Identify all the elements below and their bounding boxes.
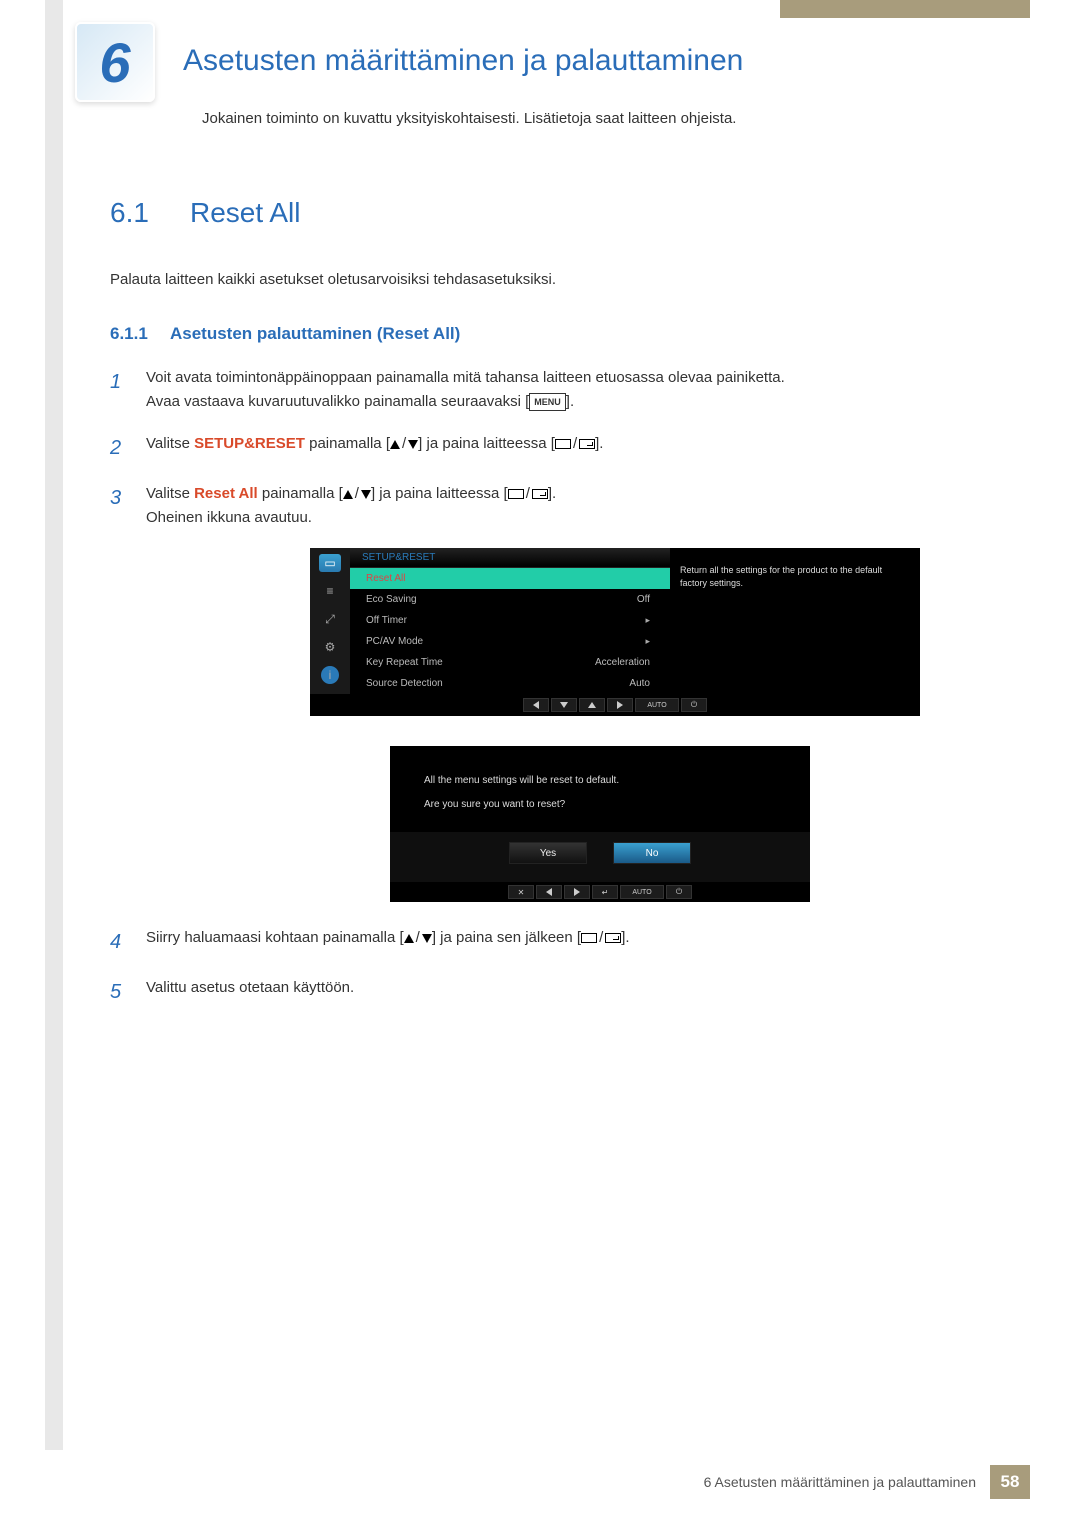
chapter-subtitle: Jokainen toiminto on kuvattu yksityiskoh… [202,110,1000,127]
step-number-2: 2 [110,432,146,464]
step-number-1: 1 [110,366,146,414]
gear-icon: ⚙ [319,638,341,656]
steps-list-cont: 4 Siirry haluamaasi kohtaan painamalla [… [110,926,1000,1008]
subsection-number: 6.1.1 [110,324,170,344]
section-description: Palauta laitteen kaikki asetukset oletus… [110,271,1000,288]
nav-left-icon [523,698,549,712]
step-4-text: Siirry haluamaasi kohtaan painamalla [/]… [146,926,1000,958]
chapter-title: Asetusten määrittäminen ja palauttaminen [183,44,743,78]
step-2-text: Valitse SETUP&RESET painamalla [/] ja pa… [146,432,1000,464]
nav-left-icon [536,885,562,899]
confirm-line-2: Are you sure you want to reset? [424,796,776,814]
chapter-number: 6 [99,30,130,95]
osd-header: SETUP&RESET [350,548,670,568]
chapter-header: 6 Asetusten määrittäminen ja palauttamin… [75,22,1000,102]
section-number: 6.1 [110,197,190,229]
osd-item-eco-saving: Eco SavingOff [350,589,670,610]
steps-list: 1 Voit avata toimintonäppäinoppaan paina… [110,366,1000,530]
step-number-3: 3 [110,482,146,530]
confirm-no-button: No [613,842,691,864]
confirm-line-1: All the menu settings will be reset to d… [424,772,776,790]
step-1-text: Voit avata toimintonäppäinoppaan painama… [146,366,1000,414]
step-number-5: 5 [110,976,146,1008]
list-icon: ≡ [319,582,341,600]
section-title: Reset All [190,197,301,229]
up-down-icon: / [404,926,432,950]
nav-power-icon: ⏻ [681,698,707,712]
confirm-yes-button: Yes [509,842,587,864]
osd-menu-screenshot: ▭ ≡ ⤢ ⚙ i SETUP&RESET Reset All Eco Savi… [310,548,920,716]
osd-info-text: Return all the settings for the product … [670,548,920,694]
confirm-dialog-screenshot: All the menu settings will be reset to d… [390,746,810,902]
confirm-nav-bar: ✕ ↵ AUTO ⏻ [390,882,810,902]
header-accent-bar [780,0,1030,18]
nav-right-icon [564,885,590,899]
menu-button-icon: MENU [529,393,566,411]
resize-icon: ⤢ [319,610,341,628]
up-down-icon: / [390,432,418,456]
source-enter-icon: / [508,482,548,506]
osd-item-pcav-mode: PC/AV Mode▸ [350,631,670,652]
page-footer: 6 Asetusten määrittäminen ja palauttamin… [704,1465,1030,1499]
chapter-badge: 6 [75,22,155,102]
nav-close-icon: ✕ [508,885,534,899]
nav-enter-icon: ↵ [592,885,618,899]
step-3-text: Valitse Reset All painamalla [/] ja pain… [146,482,1000,530]
up-down-icon: / [343,482,371,506]
osd-item-reset-all: Reset All [350,568,670,589]
nav-auto-button: AUTO [620,885,664,899]
nav-up-icon [579,698,605,712]
page-number: 58 [990,1465,1030,1499]
osd-item-source-detection: Source DetectionAuto [350,673,670,694]
footer-text: 6 Asetusten määrittäminen ja palauttamin… [704,1474,976,1490]
step-number-4: 4 [110,926,146,958]
source-enter-icon: / [581,926,621,950]
step-5-text: Valittu asetus otetaan käyttöön. [146,976,1000,1008]
monitor-icon: ▭ [319,554,341,572]
osd-nav-bar: AUTO ⏻ [310,694,920,716]
info-icon: i [321,666,339,684]
osd-item-off-timer: Off Timer▸ [350,610,670,631]
osd-sidebar-icons: ▭ ≡ ⤢ ⚙ i [310,548,350,694]
nav-auto-button: AUTO [635,698,679,712]
source-enter-icon: / [555,432,595,456]
subsection-title: Asetusten palauttaminen (Reset All) [170,324,460,344]
nav-power-icon: ⏻ [666,885,692,899]
nav-down-icon [551,698,577,712]
sidebar-stripe [45,0,63,1450]
nav-right-icon [607,698,633,712]
osd-item-key-repeat: Key Repeat TimeAcceleration [350,652,670,673]
